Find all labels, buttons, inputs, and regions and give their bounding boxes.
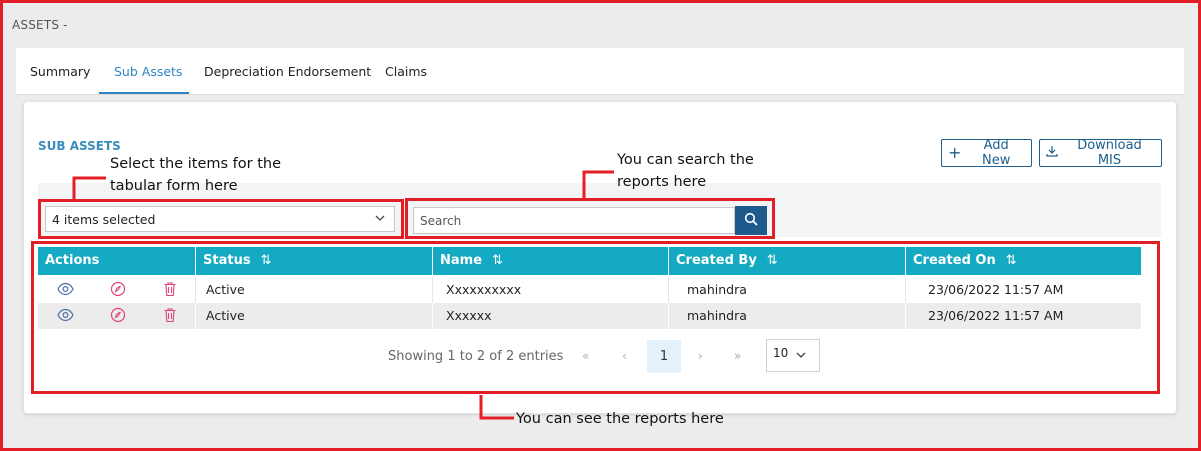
annotation-box-search xyxy=(405,198,775,239)
download-mis-button[interactable]: Download MIS xyxy=(1039,138,1162,168)
tab-claims[interactable]: Claims xyxy=(385,64,427,79)
download-mis-label: Download MIS xyxy=(1077,138,1142,168)
plus-icon: + xyxy=(948,143,962,162)
annotation-box-select xyxy=(38,199,404,239)
page-title: ASSETS - xyxy=(12,18,68,32)
annotation-box-table xyxy=(31,241,1160,394)
add-new-label: Add New xyxy=(982,138,1011,168)
tab-depreciation-endorsement[interactable]: Depreciation Endorsement xyxy=(204,64,371,79)
download-icon xyxy=(1046,145,1058,161)
annotation-search-hint: You can search the reports here xyxy=(617,152,754,190)
active-tab-indicator xyxy=(99,92,189,94)
tab-sub-assets[interactable]: Sub Assets xyxy=(114,64,182,79)
tab-summary[interactable]: Summary xyxy=(30,64,90,79)
add-new-button[interactable]: + Add New xyxy=(941,138,1032,168)
annotation-reports-hint: You can see the reports here xyxy=(516,411,724,427)
annotation-select-hint: Select the items for the tabular form he… xyxy=(110,156,282,194)
section-title: SUB ASSETS xyxy=(38,139,121,153)
tab-bar: Summary Sub Assets Depreciation Endorsem… xyxy=(16,48,1184,95)
